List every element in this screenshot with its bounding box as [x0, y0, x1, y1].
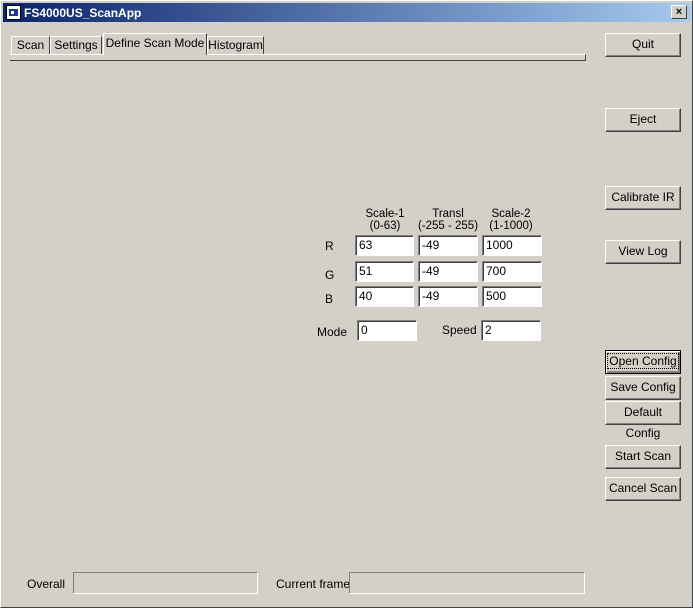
current-frame-label: Current frame [276, 577, 351, 591]
tab-histogram[interactable]: Histogram [207, 36, 264, 55]
r-transl-field[interactable]: -49 [418, 235, 478, 256]
scale1-header: Scale-1 (0-63) [355, 208, 415, 232]
window-title: FS4000US_ScanApp [24, 6, 142, 20]
transl-range: (-255 - 255) [417, 220, 479, 232]
scale1-title: Scale-1 [365, 208, 405, 220]
tab-panel [10, 54, 586, 61]
scale2-range: (1-1000) [489, 220, 533, 232]
tab-settings[interactable]: Settings [50, 36, 102, 55]
title-bar: FS4000US_ScanApp × [3, 3, 691, 22]
speed-label: Speed [442, 323, 477, 337]
g-scale2-field[interactable]: 700 [482, 261, 542, 282]
scale2-header: Scale-2 (1-1000) [481, 208, 541, 232]
view-log-button[interactable]: View Log [605, 240, 681, 264]
calibrate-ir-button[interactable]: Calibrate IR [605, 186, 681, 210]
scanner-app-icon [6, 5, 21, 20]
tab-scan[interactable]: Scan [11, 36, 50, 55]
b-scale1-field[interactable]: 40 [355, 286, 414, 307]
overall-progress [73, 572, 258, 594]
save-config-button[interactable]: Save Config [605, 376, 681, 400]
overall-label: Overall [27, 577, 66, 591]
g-scale1-field[interactable]: 51 [355, 261, 414, 282]
mode-field[interactable]: 0 [357, 320, 417, 341]
scale2-title: Scale-2 [491, 208, 531, 220]
row-label-g: G [325, 268, 335, 282]
mode-label: Mode [317, 325, 348, 339]
transl-header: Transl (-255 - 255) [413, 208, 483, 232]
b-transl-field[interactable]: -49 [418, 286, 478, 307]
row-label-r: R [325, 239, 334, 253]
b-scale2-field[interactable]: 500 [482, 286, 542, 307]
cancel-scan-button[interactable]: Cancel Scan [605, 477, 681, 501]
tab-define-scan-mode[interactable]: Define Scan Mode [103, 33, 207, 55]
start-scan-button[interactable]: Start Scan [605, 445, 681, 469]
open-config-button[interactable]: Open Config [605, 350, 681, 374]
current-frame-progress [349, 572, 585, 594]
quit-button[interactable]: Quit [605, 33, 681, 57]
r-scale1-field[interactable]: 63 [355, 235, 414, 256]
row-label-b: B [325, 292, 334, 306]
transl-title: Transl [432, 208, 464, 220]
close-button[interactable]: × [671, 5, 687, 19]
g-transl-field[interactable]: -49 [418, 261, 478, 282]
scale1-range: (0-63) [369, 220, 401, 232]
speed-field[interactable]: 2 [481, 320, 541, 341]
default-config-button[interactable]: Default Config [605, 401, 681, 440]
app-window: FS4000US_ScanApp × Scan Settings Define … [0, 0, 693, 608]
eject-button[interactable]: Eject [605, 108, 681, 132]
r-scale2-field[interactable]: 1000 [482, 235, 542, 256]
open-config-label: Open Config [607, 353, 679, 369]
